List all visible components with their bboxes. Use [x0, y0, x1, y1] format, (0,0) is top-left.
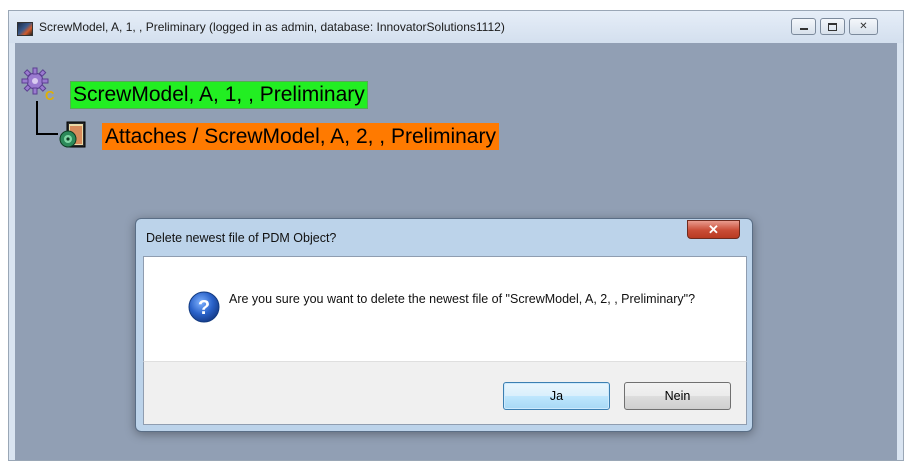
confirm-dialog: Delete newest file of PDM Object? ✕ ? Ar…	[135, 218, 753, 432]
svg-text:C: C	[45, 88, 55, 102]
window-title: ScrewModel, A, 1, , Preliminary (logged …	[39, 20, 505, 34]
app-icon	[17, 22, 33, 36]
question-icon: ?	[188, 291, 220, 323]
minimize-icon	[799, 28, 808, 30]
tree-node-root[interactable]: ScrewModel, A, 1, , Preliminary	[70, 81, 368, 109]
maximize-icon	[828, 22, 837, 31]
tree-node-child[interactable]: Attaches / ScrewModel, A, 2, , Prelimina…	[102, 123, 499, 150]
document-attachment-icon[interactable]	[58, 120, 88, 150]
tree-connector	[36, 101, 38, 135]
no-button[interactable]: Nein	[624, 382, 731, 410]
question-glyph: ?	[198, 297, 210, 319]
title-bar[interactable]: ScrewModel, A, 1, , Preliminary (logged …	[9, 11, 903, 43]
window-close-button[interactable]: ✕	[849, 18, 878, 35]
close-icon: ✕	[859, 20, 868, 32]
maximize-button[interactable]	[820, 18, 845, 35]
yes-button[interactable]: Ja	[503, 382, 610, 410]
tree-connector	[36, 133, 58, 135]
product-gear-icon[interactable]: C	[20, 66, 56, 102]
close-icon: ✕	[708, 221, 719, 237]
dialog-body: ? Are you sure you want to delete the ne…	[143, 256, 747, 362]
dialog-footer: Ja Nein	[143, 361, 747, 425]
minimize-button[interactable]	[791, 18, 816, 35]
dialog-close-button[interactable]: ✕	[687, 220, 740, 239]
dialog-title: Delete newest file of PDM Object?	[146, 231, 337, 245]
dialog-message: Are you sure you want to delete the newe…	[229, 292, 696, 306]
